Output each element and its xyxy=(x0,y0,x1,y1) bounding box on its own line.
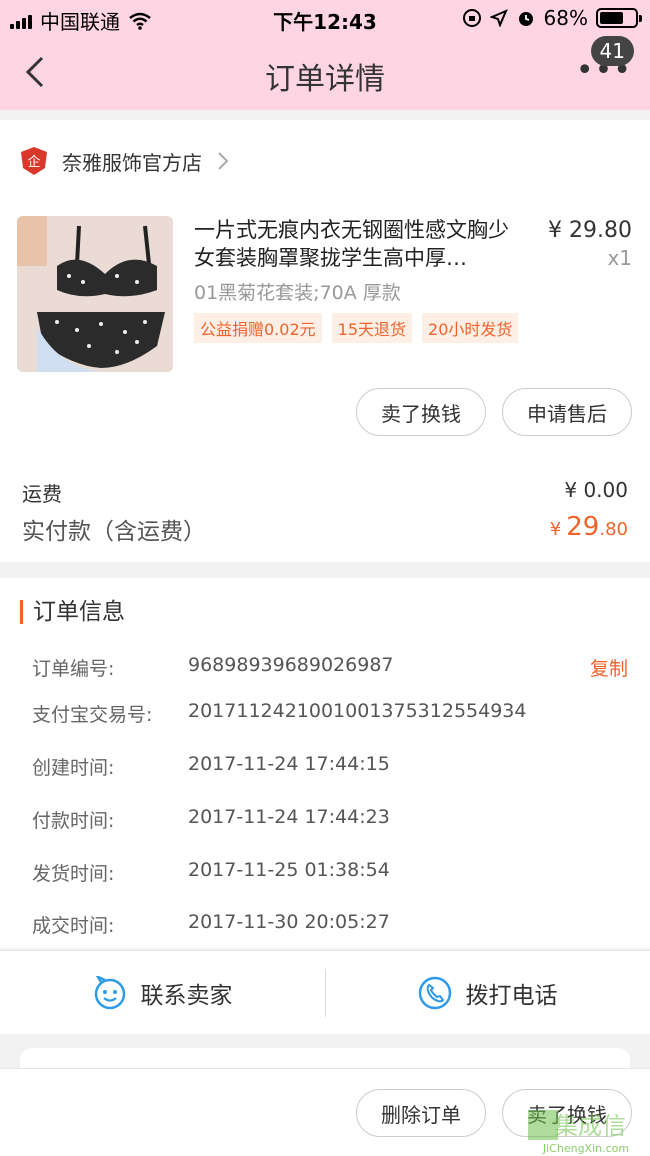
tag-return: 15天退货 xyxy=(331,313,413,343)
shipping-label: 运费 xyxy=(22,482,62,506)
call-phone-button[interactable]: 拨打电话 xyxy=(325,951,650,1035)
status-right: 68% xyxy=(462,6,642,30)
nav-bar: 订单详情 ••• 41 xyxy=(0,36,650,110)
more-menu-icon[interactable]: ••• xyxy=(576,56,632,86)
order-info-card: 订单信息 订单编号: 96898939689026987 复制 支付宝交易号: … xyxy=(0,578,650,948)
chevron-right-icon xyxy=(218,152,229,170)
total-decimal: .80 xyxy=(599,519,628,540)
delete-order-button[interactable]: 删除订单 xyxy=(356,1089,486,1137)
order-info-title: 订单信息 xyxy=(20,600,125,624)
tag-shipping: 20小时发货 xyxy=(422,313,519,343)
status-bar: 中国联通 下午12:43 68% xyxy=(0,0,650,36)
contact-seller-button[interactable]: 联系卖家 xyxy=(0,951,325,1035)
chat-icon xyxy=(94,976,125,1010)
contact-bar: 联系卖家 拨打电话 xyxy=(0,950,650,1034)
product-image[interactable] xyxy=(17,216,173,372)
service-tags: 公益捐赠0.02元 15天退货 20小时发货 xyxy=(194,313,519,343)
product-quantity: x1 xyxy=(607,246,632,270)
svg-text:企: 企 xyxy=(27,154,40,170)
total-value: ¥ 29.80 xyxy=(550,512,628,542)
alarm-icon xyxy=(518,12,533,26)
rotation-lock-icon xyxy=(462,9,481,27)
total-label: 实付款（含运费） xyxy=(22,519,206,545)
battery-fill xyxy=(600,12,624,24)
copy-button[interactable]: 复制 xyxy=(590,654,628,681)
site-watermark: 集成信 JiChengXin.com xyxy=(526,1104,646,1156)
shop-name: 奈雅服饰官方店 xyxy=(62,150,202,175)
svg-text:JiChengXin.com: JiChengXin.com xyxy=(542,1142,629,1155)
after-sale-button[interactable]: 申请售后 xyxy=(502,388,632,436)
battery-percent: 68% xyxy=(543,6,588,30)
page-title: 订单详情 xyxy=(265,62,385,97)
shop-link[interactable]: 企 奈雅服饰官方店 xyxy=(20,146,230,176)
location-icon xyxy=(489,9,508,27)
message-count-badge: 41 xyxy=(590,36,634,66)
battery-icon xyxy=(596,8,642,28)
shop-badge-icon: 企 xyxy=(21,147,47,175)
product-price: ¥ 29.80 xyxy=(548,218,632,243)
tag-charity: 公益捐赠0.02元 xyxy=(194,313,322,343)
total-currency: ¥ xyxy=(549,519,562,540)
product-spec: 01黑菊花套装;70A 厚款 xyxy=(194,282,401,304)
phone-icon xyxy=(418,976,451,1010)
total-integer: 29 xyxy=(566,512,600,542)
sell-for-money-button[interactable]: 卖了换钱 xyxy=(356,388,486,436)
product-card: 企 奈雅服饰官方店 一片式无痕内衣无钢圈性感文胸少女套装胸罩聚拢学生高中厚… ¥… xyxy=(0,120,650,562)
shipping-value: ¥ 0.00 xyxy=(564,478,628,502)
product-title[interactable]: 一片式无痕内衣无钢圈性感文胸少女套装胸罩聚拢学生高中厚… xyxy=(194,216,524,272)
svg-text:集成信: 集成信 xyxy=(554,1112,626,1140)
